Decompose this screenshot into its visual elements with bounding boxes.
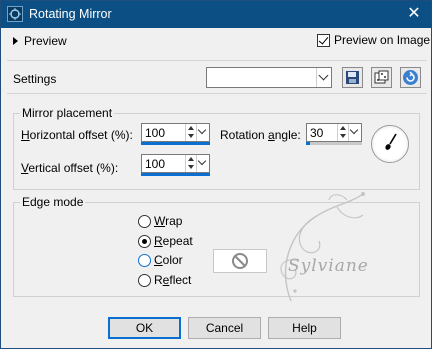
chevron-down-icon [318, 70, 329, 81]
spin-dropdown[interactable] [348, 124, 361, 141]
radio-label: Wrap [154, 214, 183, 228]
vertical-offset-label: Vertical offset (%): [21, 161, 119, 175]
spin-dropdown[interactable] [196, 155, 209, 172]
spin-updown-icon[interactable] [185, 124, 196, 141]
radio-label: Repeat [154, 234, 193, 248]
rotation-dial[interactable] [371, 125, 409, 163]
edge-mode-color-radio[interactable]: Color [138, 253, 183, 267]
horizontal-offset-slider[interactable] [141, 142, 210, 145]
edge-mode-title: Edge mode [20, 195, 86, 209]
horizontal-offset-value[interactable]: 100 [145, 126, 165, 140]
edge-mode-wrap-radio[interactable]: Wrap [138, 214, 182, 228]
checkbox-box[interactable] [317, 33, 330, 47]
preview-on-image-label: Preview on Image [334, 33, 431, 47]
save-preset-button[interactable] [342, 67, 363, 88]
preview-toggle[interactable]: Preview [13, 34, 67, 48]
cancel-button[interactable]: Cancel [188, 317, 261, 339]
radio-button[interactable] [138, 273, 151, 287]
rotation-angle-value[interactable]: 30 [310, 126, 323, 140]
preset-combobox[interactable] [206, 67, 332, 88]
chevron-down-icon [197, 125, 207, 135]
edge-mode-reflect-radio[interactable]: Reflect [138, 273, 191, 287]
horizontal-offset-label: Horizontal offset (%): [21, 128, 133, 142]
edge-color-swatch[interactable] [213, 249, 267, 273]
close-button[interactable]: ✕ [403, 4, 425, 24]
radio-label: Color [154, 253, 183, 267]
rotation-angle-label: Rotation angle: [220, 128, 301, 142]
randomize-button[interactable] [371, 67, 392, 88]
radio-button[interactable] [138, 214, 151, 228]
horizontal-offset-spinbox[interactable]: 100 [141, 123, 210, 142]
randomize-icon [374, 70, 389, 84]
help-button[interactable]: Help [268, 317, 341, 339]
rotation-angle-slider[interactable] [306, 142, 362, 145]
reset-button[interactable] [400, 67, 421, 88]
settings-label: Settings [13, 72, 57, 86]
preset-dropdown-arrow[interactable] [316, 68, 331, 87]
vertical-offset-slider[interactable] [141, 173, 210, 176]
no-color-icon [232, 253, 248, 269]
preview-on-image-checkbox[interactable]: Preview on Image [317, 33, 430, 47]
chevron-down-icon [349, 125, 359, 135]
window-title: Rotating Mirror [29, 7, 112, 21]
reset-icon [403, 70, 418, 85]
radio-label: Reflect [154, 273, 192, 287]
radio-button[interactable] [138, 253, 151, 267]
watermark-text: Sylviane [288, 256, 369, 276]
title-bar[interactable]: Rotating Mirror ✕ [1, 1, 431, 28]
radio-button[interactable] [138, 234, 151, 248]
spin-updown-icon[interactable] [337, 124, 348, 141]
save-preset-icon [346, 71, 359, 84]
expand-triangle-icon [13, 37, 18, 45]
dialog-window: Rotating Mirror ✕ Preview Preview on Ima… [0, 0, 432, 349]
mirror-placement-title: Mirror placement [20, 106, 115, 120]
rotation-angle-spinbox[interactable]: 30 [306, 123, 362, 142]
app-icon [7, 6, 23, 22]
preview-label: Preview [24, 34, 67, 48]
dial-needle-icon [385, 133, 397, 150]
edge-mode-repeat-radio[interactable]: Repeat [138, 234, 193, 248]
chevron-down-icon [197, 156, 207, 166]
close-icon: ✕ [407, 5, 421, 22]
ok-button[interactable]: OK [108, 317, 181, 339]
vertical-offset-value[interactable]: 100 [145, 157, 165, 171]
spin-dropdown[interactable] [196, 124, 209, 141]
spin-updown-icon[interactable] [185, 155, 196, 172]
vertical-offset-spinbox[interactable]: 100 [141, 154, 210, 173]
settings-row: Settings [7, 60, 427, 94]
